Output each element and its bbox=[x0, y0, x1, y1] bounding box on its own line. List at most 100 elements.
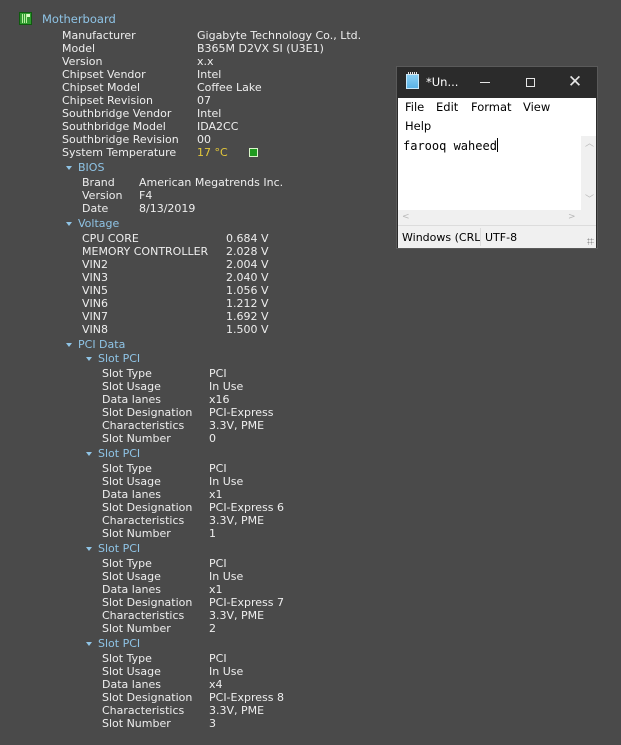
property-value: IDA2CC bbox=[197, 120, 239, 133]
property-value: 8/13/2019 bbox=[139, 202, 196, 215]
property-key: Slot Usage bbox=[102, 475, 161, 488]
property-value: PCI-Express bbox=[209, 406, 274, 419]
property-value: 00 bbox=[197, 133, 211, 146]
tree-node-bios[interactable]: BIOS bbox=[66, 161, 104, 174]
tree-node-slot-pci[interactable]: Slot PCI bbox=[86, 542, 140, 555]
property-value: 17 °C bbox=[197, 146, 228, 159]
property-key: VIN2 bbox=[82, 258, 108, 271]
maximize-button[interactable] bbox=[507, 67, 553, 98]
motherboard-icon bbox=[19, 12, 32, 25]
resize-grip-icon[interactable] bbox=[587, 238, 594, 245]
property-value: x16 bbox=[209, 393, 230, 406]
property-key: Characteristics bbox=[102, 704, 185, 717]
group-title: PCI Data bbox=[78, 338, 126, 351]
scroll-down-icon[interactable]: ﹀ bbox=[585, 196, 594, 205]
tree-node-pci-data[interactable]: PCI Data bbox=[66, 338, 125, 351]
expand-triangle-icon[interactable] bbox=[86, 356, 92, 361]
expand-triangle-icon[interactable] bbox=[66, 221, 72, 226]
notepad-content: farooq waheed bbox=[403, 139, 497, 153]
notepad-statusbar: Windows (CRL UTF-8 bbox=[398, 225, 596, 248]
property-value: 1.500 V bbox=[226, 323, 269, 336]
property-value: 2.004 V bbox=[226, 258, 269, 271]
status-encoding: UTF-8 bbox=[485, 231, 518, 244]
group-title: Slot PCI bbox=[98, 637, 141, 650]
tree-node-slot-pci[interactable]: Slot PCI bbox=[86, 352, 140, 365]
property-value: 2.028 V bbox=[226, 245, 269, 258]
property-key: Slot Number bbox=[102, 432, 171, 445]
group-title: BIOS bbox=[78, 161, 105, 174]
tree-node-voltage[interactable]: Voltage bbox=[66, 217, 119, 230]
property-key: Southbridge Vendor bbox=[62, 107, 172, 120]
property-value: PCI bbox=[209, 557, 227, 570]
property-key: VIN5 bbox=[82, 284, 108, 297]
property-key: Slot Number bbox=[102, 717, 171, 730]
property-key: System Temperature bbox=[62, 146, 177, 159]
notepad-titlebar[interactable]: *Un... ✕ bbox=[397, 67, 597, 98]
menu-format[interactable]: Format bbox=[471, 100, 512, 114]
scroll-left-icon[interactable]: < bbox=[402, 213, 410, 222]
property-key: Date bbox=[82, 202, 109, 215]
property-value: PCI bbox=[209, 462, 227, 475]
property-value: 1.212 V bbox=[226, 297, 269, 310]
motherboard-title: Motherboard bbox=[42, 11, 116, 26]
tree-node-slot-pci[interactable]: Slot PCI bbox=[86, 637, 140, 650]
property-value: x4 bbox=[209, 678, 223, 691]
close-button[interactable]: ✕ bbox=[552, 67, 598, 98]
property-key: Model bbox=[62, 42, 96, 55]
tree-node-slot-pci[interactable]: Slot PCI bbox=[86, 447, 140, 460]
group-title: Slot PCI bbox=[98, 352, 141, 365]
notepad-icon bbox=[406, 72, 419, 89]
property-key: CPU CORE bbox=[82, 232, 139, 245]
notepad-window[interactable]: *Un... ✕ File Edit Format View Help faro… bbox=[396, 66, 598, 249]
status-separator bbox=[480, 228, 481, 246]
property-key: Data lanes bbox=[102, 583, 162, 596]
property-value: In Use bbox=[209, 380, 244, 393]
text-caret bbox=[496, 138, 498, 152]
property-key: Characteristics bbox=[102, 609, 185, 622]
property-key: Chipset Revision bbox=[62, 94, 153, 107]
property-key: Slot Designation bbox=[102, 596, 193, 609]
scroll-right-icon[interactable]: > bbox=[568, 213, 576, 222]
expand-triangle-icon[interactable] bbox=[66, 165, 72, 170]
group-title: Voltage bbox=[78, 217, 120, 230]
close-icon: ✕ bbox=[567, 72, 583, 92]
property-value: 3.3V, PME bbox=[209, 514, 265, 527]
property-value: B365M D2VX SI (U3E1) bbox=[197, 42, 324, 55]
property-value: 1 bbox=[209, 527, 216, 540]
property-value: 3 bbox=[209, 717, 216, 730]
expand-triangle-icon[interactable] bbox=[66, 342, 72, 347]
property-value: 3.3V, PME bbox=[209, 704, 265, 717]
tree-node-motherboard[interactable]: Motherboard bbox=[19, 11, 116, 26]
menu-file[interactable]: File bbox=[405, 100, 424, 114]
property-key: Slot Number bbox=[102, 622, 171, 635]
scroll-up-icon[interactable]: ︿ bbox=[585, 140, 594, 149]
property-key: Slot Type bbox=[102, 557, 152, 570]
minimize-button[interactable] bbox=[462, 67, 508, 98]
menu-help[interactable]: Help bbox=[405, 119, 431, 133]
property-key: VIN6 bbox=[82, 297, 108, 310]
expand-triangle-icon[interactable] bbox=[86, 451, 92, 456]
property-key: Data lanes bbox=[102, 678, 162, 691]
vertical-scrollbar[interactable]: ︿ ﹀ bbox=[581, 136, 596, 210]
property-value: In Use bbox=[209, 665, 244, 678]
menu-edit[interactable]: Edit bbox=[436, 100, 458, 114]
notepad-text-area[interactable]: farooq waheed bbox=[398, 136, 581, 210]
notepad-menubar: File Edit Format View Help bbox=[398, 98, 596, 136]
expand-triangle-icon[interactable] bbox=[86, 641, 92, 646]
property-key: Chipset Vendor bbox=[62, 68, 146, 81]
property-key: Slot Usage bbox=[102, 570, 161, 583]
property-value: x1 bbox=[209, 583, 223, 596]
property-key: Characteristics bbox=[102, 419, 185, 432]
property-key: Slot Number bbox=[102, 527, 171, 540]
property-value: 07 bbox=[197, 94, 211, 107]
menu-view[interactable]: View bbox=[523, 100, 550, 114]
property-key: Manufacturer bbox=[62, 29, 136, 42]
property-value: In Use bbox=[209, 570, 244, 583]
temperature-indicator-icon bbox=[249, 148, 258, 157]
property-value: 0.684 V bbox=[226, 232, 269, 245]
expand-triangle-icon[interactable] bbox=[86, 546, 92, 551]
horizontal-scrollbar[interactable]: < > bbox=[398, 210, 581, 225]
property-value: 2 bbox=[209, 622, 216, 635]
maximize-icon bbox=[525, 78, 535, 87]
property-key: Brand bbox=[82, 176, 115, 189]
